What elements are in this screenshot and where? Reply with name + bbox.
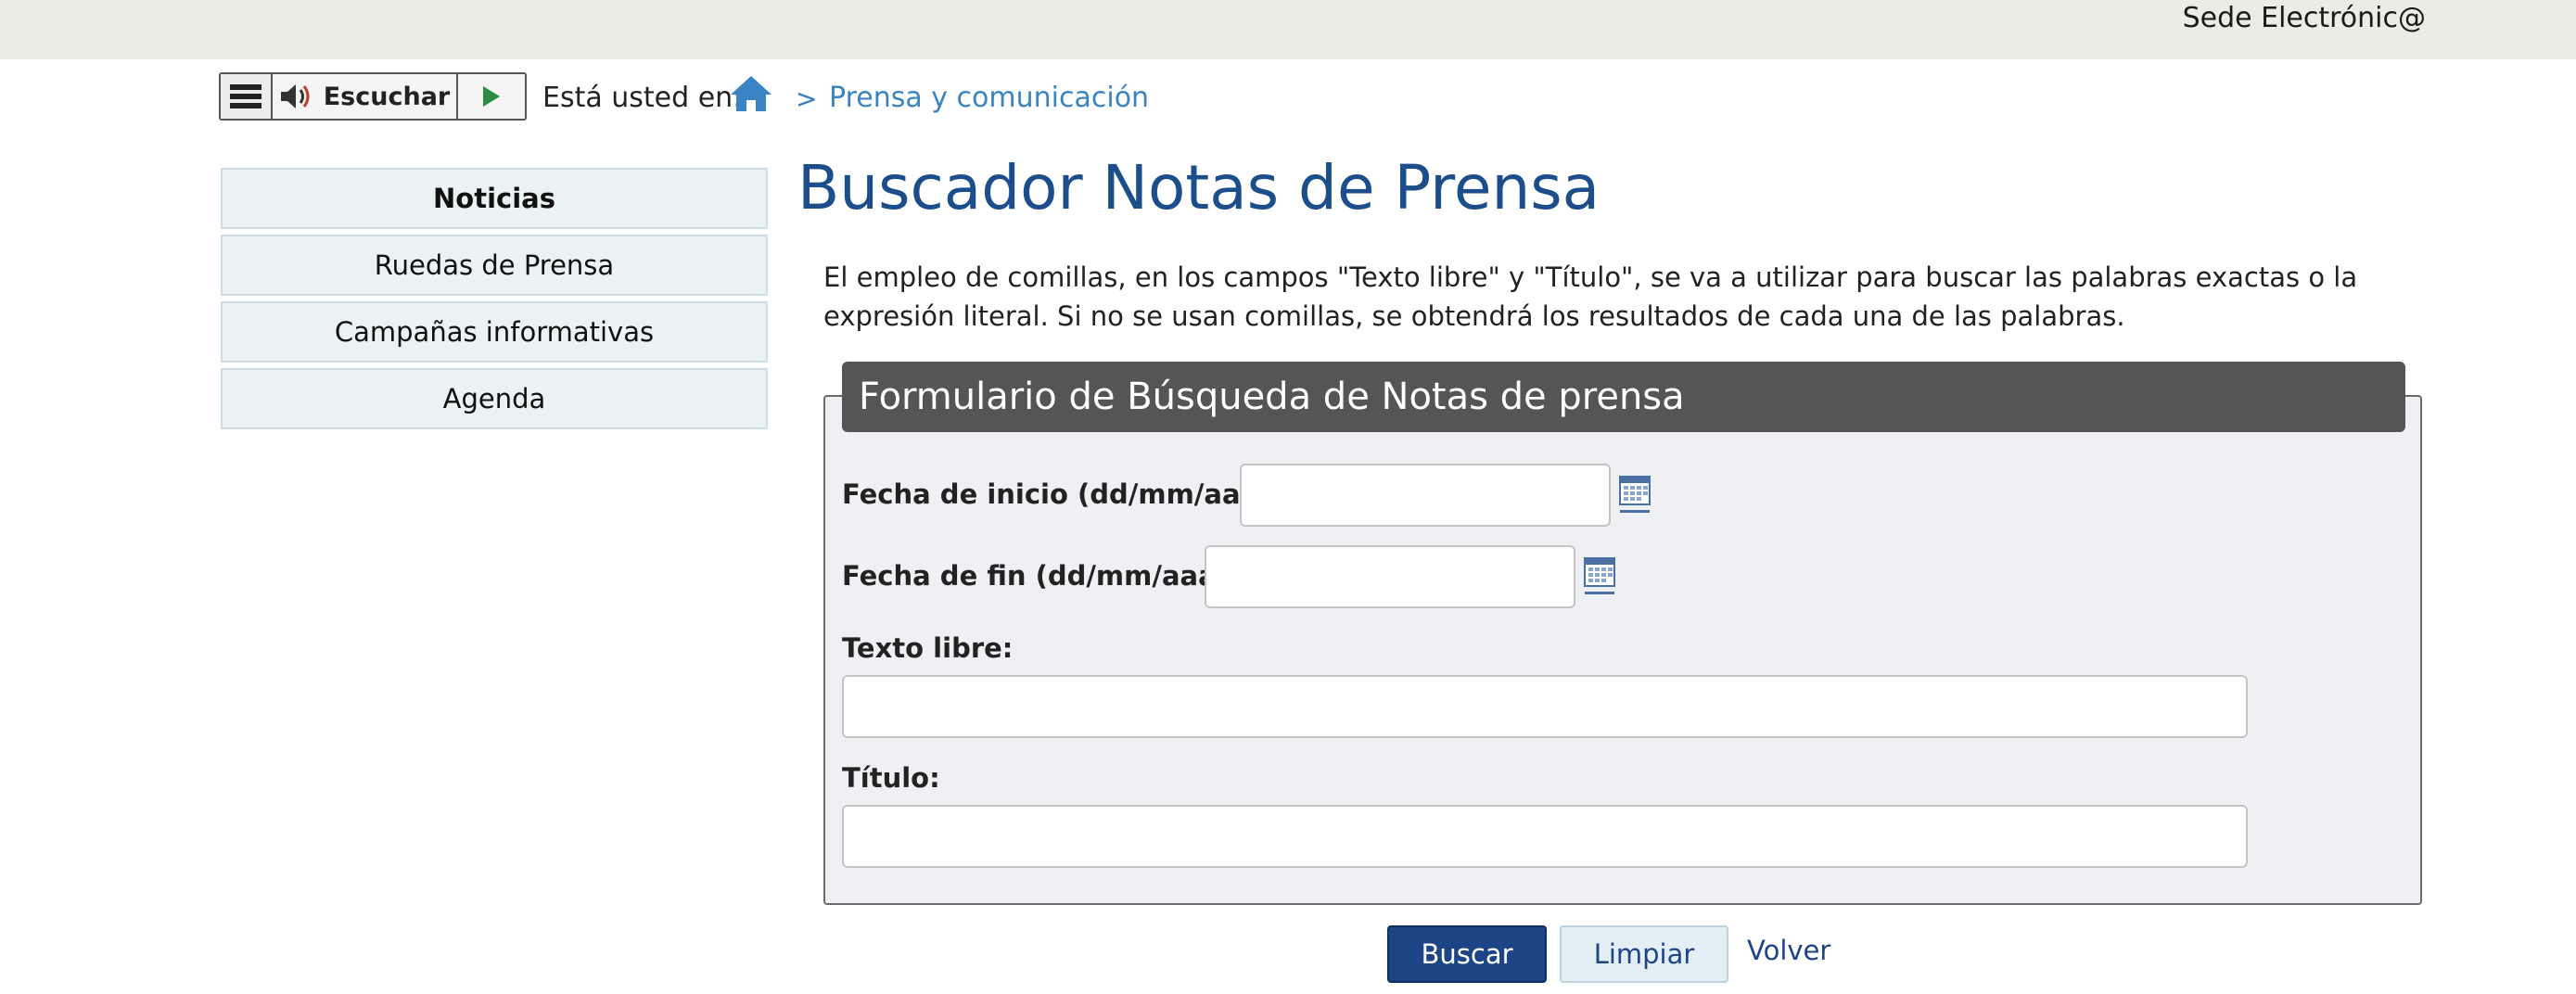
breadcrumb-separator: > xyxy=(796,83,818,114)
back-link[interactable]: Volver xyxy=(1747,935,1830,966)
sidebar-nav: Noticias Ruedas de Prensa Campañas infor… xyxy=(221,168,768,435)
titulo-label: Título: xyxy=(842,762,940,794)
fecha-inicio-input[interactable] xyxy=(1240,464,1611,527)
top-bar: Sede Electrónic@ xyxy=(0,0,2576,59)
breadcrumb-label: Está usted en: xyxy=(542,82,743,114)
listen-button[interactable]: Escuchar xyxy=(273,74,458,119)
home-icon xyxy=(731,76,772,111)
audio-player: Escuchar xyxy=(219,72,527,121)
play-icon xyxy=(483,86,500,107)
sidebar-item-campanas-informativas[interactable]: Campañas informativas xyxy=(221,301,768,363)
texto-libre-input[interactable] xyxy=(842,675,2248,738)
search-button[interactable]: Buscar xyxy=(1387,925,1547,983)
play-button[interactable] xyxy=(458,74,525,119)
fecha-fin-input[interactable] xyxy=(1205,545,1575,608)
breadcrumb-home[interactable] xyxy=(729,74,773,117)
intro-text: El empleo de comillas, en los campos "Te… xyxy=(823,261,2358,332)
page-title: Buscador Notas de Prensa xyxy=(797,152,1600,223)
clear-button[interactable]: Limpiar xyxy=(1560,925,1728,983)
player-menu-button[interactable] xyxy=(221,74,273,119)
form-legend: Formulario de Búsqueda de Notas de prens… xyxy=(842,362,2405,432)
calendar-icon[interactable] xyxy=(1584,556,1615,597)
menu-icon xyxy=(230,84,261,108)
breadcrumb-current[interactable]: Prensa y comunicación xyxy=(829,82,1149,114)
sidebar-item-ruedas-de-prensa[interactable]: Ruedas de Prensa xyxy=(221,235,768,296)
speaker-icon xyxy=(280,84,310,108)
calendar-icon[interactable] xyxy=(1619,475,1651,516)
texto-libre-label: Texto libre: xyxy=(842,632,1014,664)
fecha-inicio-label: Fecha de inicio (dd/mm/aaaa): xyxy=(842,478,1300,510)
sidebar-item-agenda[interactable]: Agenda xyxy=(221,368,768,429)
listen-label: Escuchar xyxy=(323,82,451,111)
sede-electronica-link[interactable]: Sede Electrónic@ xyxy=(2183,0,2426,37)
titulo-input[interactable] xyxy=(842,805,2248,868)
fecha-fin-label: Fecha de fin (dd/mm/aaaa): xyxy=(842,560,1258,592)
sidebar-item-noticias[interactable]: Noticias xyxy=(221,168,768,229)
